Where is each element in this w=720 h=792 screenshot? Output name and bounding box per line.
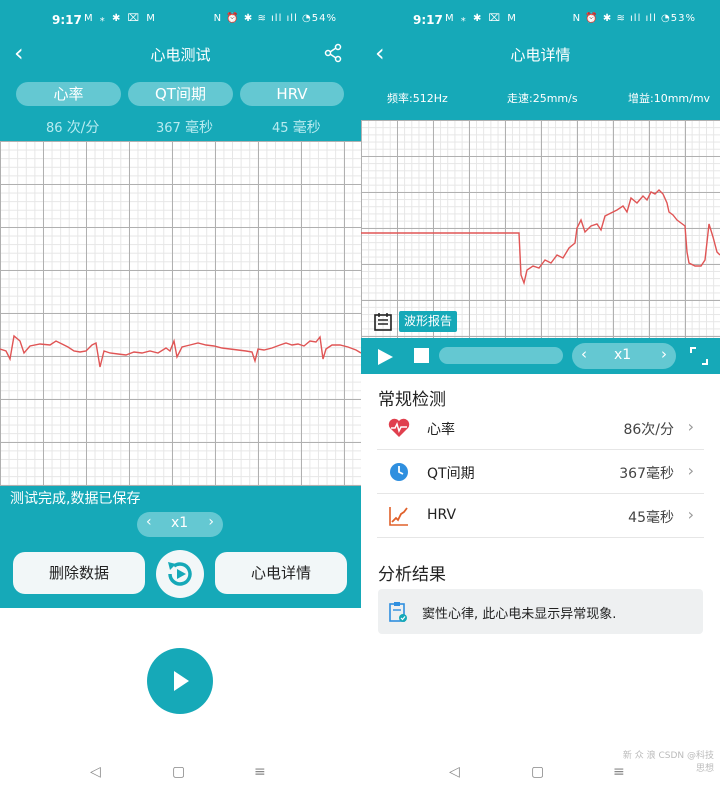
hrv-chart-icon	[389, 507, 408, 526]
speed-selector: ‹ x1 ›	[137, 512, 223, 537]
header: ‹ 心电测试	[0, 40, 361, 75]
status-message: 测试完成,数据已保存	[10, 491, 141, 507]
speed-next-icon[interactable]: ›	[661, 345, 667, 363]
system-nav-bar: ◁ ▢ ≡	[0, 758, 361, 788]
clipboard-check-icon	[389, 602, 407, 622]
tab-heart-rate[interactable]: 心率	[16, 82, 121, 106]
speed-next-icon[interactable]: ›	[208, 514, 214, 530]
status-bar: 9:17 M ⁎ ✱ ⌧ M N ⏰ ✱ ≋ ıll ıll ◔53%	[361, 0, 720, 40]
status-time: 9:17	[413, 13, 443, 27]
ecg-waveform	[361, 189, 720, 286]
frequency-label: 频率:512Hz	[387, 92, 448, 105]
page-title: 心电测试	[150, 46, 211, 64]
nav-back-icon[interactable]: ◁	[449, 764, 460, 780]
hrv-value: 45 毫秒	[272, 120, 321, 136]
item-label: HRV	[427, 507, 457, 523]
speed-selector: ‹ x1 ›	[572, 343, 676, 369]
play-icon[interactable]	[375, 347, 395, 367]
gain-label: 增益:10mm/mv	[628, 92, 711, 105]
analysis-text: 窦性心律, 此心电未显示异常现象.	[422, 607, 617, 622]
watermark: 新 众 浪 CSDN @科技思想	[622, 751, 714, 774]
play-icon	[174, 671, 189, 691]
speed-label: 走速:25mm/s	[507, 92, 578, 105]
header: ‹ 心电详情	[361, 40, 720, 75]
tab-hrv[interactable]: HRV	[240, 82, 344, 106]
analysis-result-box: 窦性心律, 此心电未显示异常现象.	[378, 589, 703, 634]
replay-button[interactable]	[156, 550, 204, 598]
control-panel: 测试完成,数据已保存 ‹ x1 › 删除数据 心电详情	[0, 486, 361, 608]
item-label: QT间期	[427, 466, 475, 482]
list-item-qt-interval[interactable]: QT间期 367毫秒 ›	[377, 450, 704, 494]
status-icons-right: N ⏰ ✱ ≋ ıll ıll ◔53%	[572, 13, 696, 24]
nav-menu-icon[interactable]: ≡	[254, 764, 266, 780]
replay-icon	[168, 562, 192, 586]
stop-icon[interactable]	[414, 348, 429, 363]
chevron-right-icon: ›	[687, 417, 694, 436]
item-label: 心率	[427, 422, 455, 438]
tab-qt-interval[interactable]: QT间期	[128, 82, 233, 106]
heart-rate-value: 86 次/分	[46, 120, 100, 136]
chevron-right-icon: ›	[687, 461, 694, 480]
heart-icon	[388, 418, 410, 437]
report-icon[interactable]	[373, 312, 393, 332]
metrics-panel: 心率 QT间期 HRV 86 次/分 367 毫秒 45 毫秒	[0, 75, 361, 141]
status-bar: 9:17 M ⁎ ✱ ⌧ M N ⏰ ✱ ≋ ıll ıll ◔54%	[0, 0, 361, 40]
list-item-hrv[interactable]: HRV 45毫秒 ›	[377, 494, 704, 538]
fullscreen-icon[interactable]	[690, 347, 708, 365]
nav-back-icon[interactable]: ◁	[90, 764, 101, 780]
list-item-heart-rate[interactable]: 心率 86次/分 ›	[377, 406, 704, 450]
status-icons-left: M ⁎ ✱ ⌧ M	[84, 13, 157, 24]
item-value: 367毫秒	[619, 466, 674, 482]
share-icon[interactable]	[323, 43, 343, 63]
ecg-detail-screen: 9:17 M ⁎ ✱ ⌧ M N ⏰ ✱ ≋ ıll ıll ◔53% ‹ 心电…	[361, 0, 720, 792]
clock-icon	[390, 463, 408, 481]
speed-prev-icon[interactable]: ‹	[581, 345, 587, 363]
nav-home-icon[interactable]: ▢	[531, 764, 544, 780]
playback-progress[interactable]	[439, 347, 563, 364]
analysis-section-title: 分析结果	[378, 565, 446, 585]
speed-prev-icon[interactable]: ‹	[146, 514, 152, 530]
speed-label: x1	[171, 515, 189, 531]
ecg-grid	[0, 141, 361, 486]
qt-value: 367 毫秒	[156, 120, 213, 136]
waveform-report-button[interactable]: 波形报告	[399, 311, 458, 332]
item-value: 86次/分	[623, 422, 674, 438]
item-value: 45毫秒	[628, 510, 674, 526]
ecg-test-screen: 9:17 M ⁎ ✱ ⌧ M N ⏰ ✱ ≋ ıll ıll ◔54% ‹ 心电…	[0, 0, 361, 792]
params-bar: 频率:512Hz 走速:25mm/s 增益:10mm/mv	[361, 75, 720, 120]
ecg-grid: 波形报告	[361, 120, 720, 338]
chevron-right-icon: ›	[687, 505, 694, 524]
page-title: 心电详情	[510, 46, 571, 64]
playback-bar: ‹ x1 ›	[361, 338, 720, 374]
nav-home-icon[interactable]: ▢	[172, 764, 185, 780]
delete-data-button[interactable]: 删除数据	[13, 552, 145, 594]
status-icons-right: N ⏰ ✱ ≋ ıll ıll ◔54%	[213, 13, 337, 24]
status-icons-left: M ⁎ ✱ ⌧ M	[445, 13, 518, 24]
play-button[interactable]	[147, 648, 213, 714]
ecg-detail-button[interactable]: 心电详情	[215, 552, 347, 594]
ecg-waveform	[0, 334, 361, 368]
status-time: 9:17	[52, 13, 82, 27]
speed-value: x1	[614, 347, 632, 363]
